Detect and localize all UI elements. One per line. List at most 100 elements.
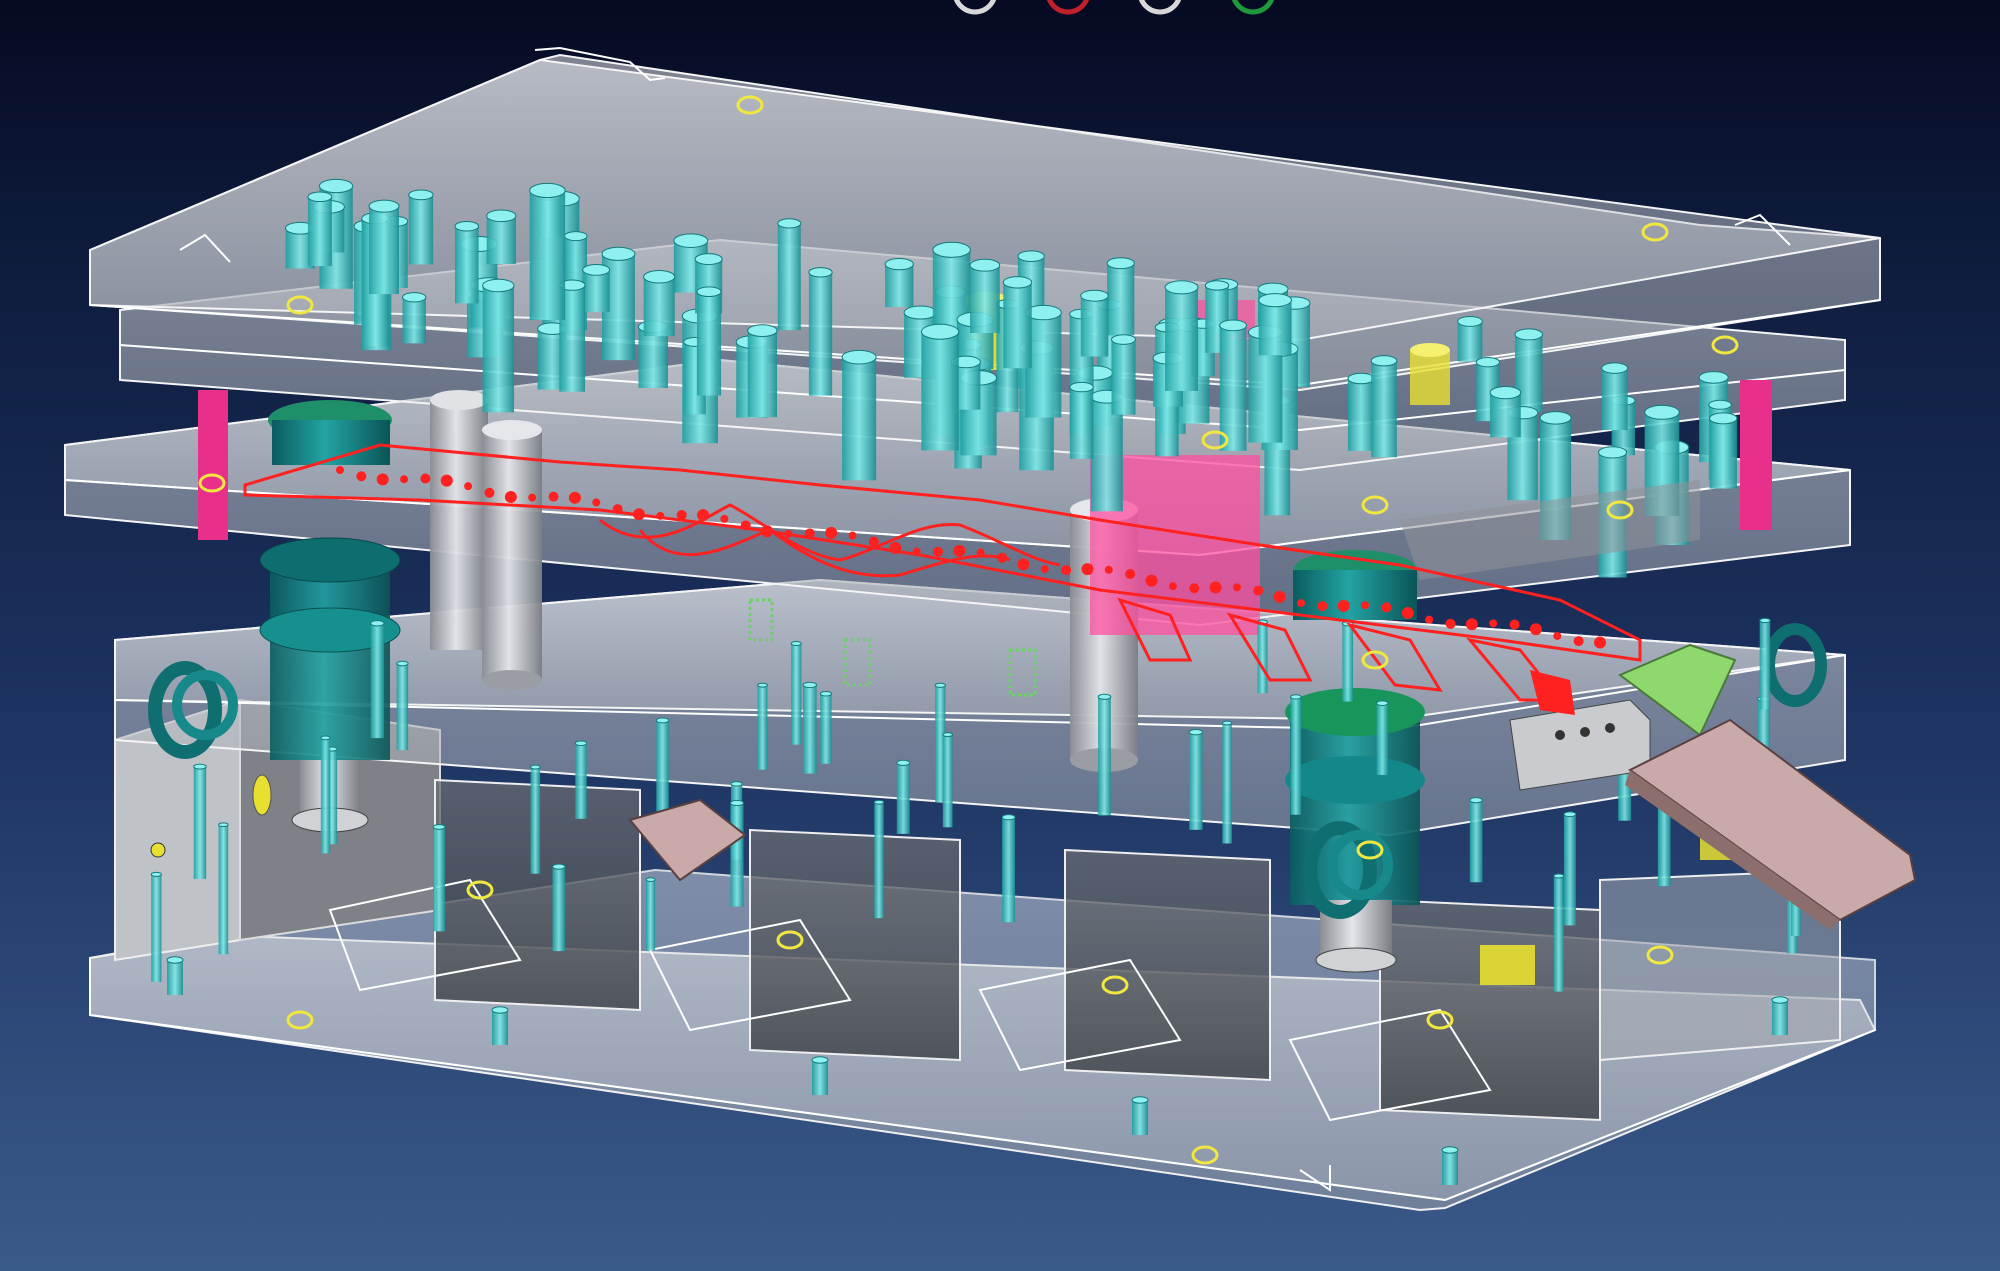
screw <box>1370 355 1398 458</box>
screw <box>432 824 446 932</box>
screw <box>166 956 184 995</box>
pilot-hole <box>997 552 1008 563</box>
pilot-hole <box>1189 583 1200 594</box>
red-ring-icon[interactable] <box>1046 0 1090 15</box>
pilot-hole <box>761 525 774 538</box>
pilot-hole <box>1145 574 1158 587</box>
pilot-hole <box>720 514 729 523</box>
screw <box>1164 280 1199 391</box>
screw <box>1219 319 1248 451</box>
pilot-hole <box>953 544 966 557</box>
screw <box>1289 694 1302 815</box>
screw <box>819 691 833 764</box>
screw <box>1469 797 1483 883</box>
pilot-hole <box>632 508 645 521</box>
screw <box>884 257 914 308</box>
pilot-hole <box>1573 636 1584 647</box>
white-ring-icon[interactable] <box>1138 0 1182 15</box>
pilot-hole <box>825 526 838 539</box>
pilot-hole <box>1425 615 1434 624</box>
pilot-hole <box>1253 585 1264 596</box>
screw <box>1257 619 1268 694</box>
screw <box>1258 293 1293 356</box>
pilot-hole <box>740 520 751 531</box>
pilot-hole <box>1509 619 1520 630</box>
white-ring-icon[interactable] <box>953 0 997 15</box>
screw <box>808 267 833 396</box>
screw <box>552 863 566 952</box>
screw <box>396 660 409 751</box>
screw <box>530 764 541 874</box>
screw <box>841 349 877 481</box>
pilot-hole <box>889 541 902 554</box>
view-control-bar <box>953 0 1275 15</box>
screw <box>1489 385 1522 438</box>
pilot-hole <box>1209 581 1222 594</box>
screw <box>402 292 427 344</box>
pilot-hole <box>1337 599 1350 612</box>
pilot-hole <box>400 475 409 484</box>
screw <box>747 324 778 418</box>
screw <box>491 1006 509 1045</box>
pilot-hole <box>1081 563 1094 576</box>
pilot-hole <box>656 511 665 520</box>
screw <box>1097 693 1112 816</box>
pilot-hole <box>440 474 453 487</box>
screw <box>1111 334 1137 415</box>
guide-post-center-rear <box>1293 550 1417 620</box>
screw <box>574 740 588 819</box>
screw <box>696 286 722 396</box>
screw <box>1347 372 1375 451</box>
pilot-hole <box>420 473 431 484</box>
guide-post-left-rear <box>268 400 392 465</box>
screw <box>643 270 676 337</box>
die-assembly-model[interactable] <box>0 0 2000 1271</box>
screw <box>1376 700 1389 775</box>
cad-3d-viewport[interactable] <box>0 0 2000 1271</box>
screw <box>1001 814 1016 923</box>
screw <box>1106 257 1135 336</box>
pilot-hole <box>932 546 943 557</box>
screw <box>320 735 331 854</box>
pilot-hole <box>1297 599 1306 608</box>
pilot-hole <box>376 473 389 486</box>
screw <box>920 323 960 451</box>
screw <box>193 763 207 879</box>
pilot-hole <box>1273 590 1286 603</box>
screw <box>1131 1096 1149 1135</box>
pilot-hole <box>1317 601 1328 612</box>
pilot-hole <box>868 536 879 547</box>
screw <box>1188 729 1204 830</box>
screw <box>896 759 911 834</box>
pilot-hole <box>1594 636 1606 649</box>
screw <box>150 871 162 982</box>
pilot-hole <box>697 509 710 522</box>
screw <box>1441 1146 1459 1185</box>
pilot-hole <box>528 493 537 502</box>
screw <box>1553 873 1565 992</box>
pilot-hole <box>1232 583 1241 592</box>
pilot-hole <box>1168 582 1177 591</box>
screw <box>1002 276 1033 369</box>
pilot-hole <box>1401 607 1414 620</box>
pilot-hole <box>568 491 581 504</box>
pilot-hole <box>356 471 367 482</box>
screw <box>1221 720 1233 844</box>
screw <box>645 877 656 951</box>
screw <box>1457 316 1483 362</box>
screw <box>368 199 400 295</box>
screw <box>757 682 768 770</box>
pilot-hole <box>1061 565 1072 576</box>
pilot-hole <box>976 548 985 557</box>
screw <box>1771 996 1789 1035</box>
screw <box>454 220 480 304</box>
scrap-chute-center <box>628 798 747 882</box>
green-ring-icon[interactable] <box>1231 0 1275 15</box>
pilot-hole <box>1104 565 1113 574</box>
screw <box>582 263 611 312</box>
screw <box>486 209 517 264</box>
screw <box>873 799 885 919</box>
pilot-hole <box>1529 623 1542 636</box>
pilot-hole <box>1017 558 1030 571</box>
screw <box>1069 381 1094 459</box>
